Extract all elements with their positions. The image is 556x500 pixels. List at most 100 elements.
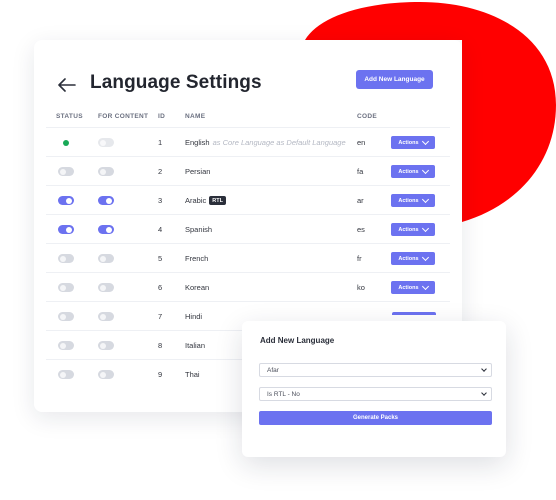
column-header-status: STATUS — [56, 113, 83, 120]
add-new-language-button[interactable]: Add New Language — [356, 70, 433, 89]
status-toggle[interactable] — [58, 254, 74, 263]
core-language-note: as Core Language as Default Language — [212, 138, 346, 147]
for-content-toggle[interactable] — [98, 312, 114, 321]
language-name: Arabic — [185, 196, 207, 205]
table-row: 2 Persian fa Actions — [46, 156, 450, 185]
status-toggle[interactable] — [58, 341, 74, 350]
language-id: 3 — [158, 196, 163, 205]
actions-cell: Actions — [391, 157, 435, 186]
status-active-dot-icon — [63, 139, 69, 146]
generate-packs-button[interactable]: Generate Packs — [259, 411, 492, 425]
chevron-down-icon — [421, 253, 429, 261]
add-language-modal: Add New Language Afar Is RTL - No Genera… — [242, 321, 506, 457]
rtl-badge: RTL — [209, 196, 226, 205]
actions-cell: Actions — [391, 186, 435, 215]
status-cell — [58, 302, 74, 331]
chevron-down-icon — [481, 366, 487, 372]
language-code: ar — [357, 196, 364, 205]
chevron-down-icon — [421, 224, 429, 232]
actions-cell: Actions — [391, 128, 435, 157]
language-name-cell: Hindi — [185, 302, 202, 331]
language-id: 8 — [158, 341, 163, 350]
chevron-down-icon — [421, 195, 429, 203]
language-name-cell: Italian — [185, 331, 205, 360]
language-name-cell: English as Core Language as Default Langu… — [185, 128, 346, 157]
actions-label: Actions — [398, 168, 419, 175]
for-content-cell — [98, 157, 114, 186]
for-content-toggle[interactable] — [98, 341, 114, 350]
modal-title: Add New Language — [260, 336, 335, 345]
actions-label: Actions — [398, 284, 419, 291]
language-select-value: Afar — [267, 366, 279, 374]
for-content-cell — [98, 360, 114, 389]
column-header-id: ID — [158, 113, 166, 120]
actions-label: Actions — [398, 226, 419, 233]
actions-dropdown-button[interactable]: Actions — [391, 165, 435, 178]
language-code: es — [357, 225, 365, 234]
language-name-cell: Arabic RTL — [185, 186, 226, 215]
for-content-cell — [98, 186, 114, 215]
for-content-cell — [98, 331, 114, 360]
language-name-cell: Korean — [185, 273, 209, 302]
language-name: English — [185, 138, 210, 147]
actions-cell: Actions — [391, 273, 435, 302]
language-name: Korean — [185, 283, 210, 292]
for-content-toggle[interactable] — [98, 225, 114, 234]
language-name: Thai — [185, 370, 200, 379]
table-row: 6 Korean ko Actions — [46, 272, 450, 301]
actions-cell: Actions — [391, 244, 435, 273]
chevron-down-icon — [481, 390, 487, 396]
language-name-cell: French — [185, 244, 208, 273]
for-content-toggle[interactable] — [98, 196, 114, 205]
status-cell — [58, 331, 74, 360]
status-toggle[interactable] — [58, 370, 74, 379]
actions-dropdown-button[interactable]: Actions — [391, 136, 435, 149]
actions-dropdown-button[interactable]: Actions — [391, 252, 435, 265]
for-content-toggle[interactable] — [98, 283, 114, 292]
rtl-select-value: Is RTL - No — [267, 390, 300, 398]
for-content-cell — [98, 215, 114, 244]
language-code: fa — [357, 167, 364, 176]
status-cell — [58, 273, 74, 302]
language-select[interactable]: Afar — [259, 363, 492, 377]
column-header-code: CODE — [357, 113, 377, 120]
actions-button-partial[interactable] — [392, 312, 436, 315]
language-code: fr — [357, 254, 362, 263]
for-content-toggle[interactable] — [98, 138, 114, 147]
status-cell — [58, 128, 69, 157]
status-toggle[interactable] — [58, 196, 74, 205]
actions-label: Actions — [398, 139, 419, 146]
for-content-cell — [98, 244, 114, 273]
chevron-down-icon — [421, 282, 429, 290]
for-content-toggle[interactable] — [98, 254, 114, 263]
status-toggle[interactable] — [58, 312, 74, 321]
column-header-for-content: FOR CONTENT — [98, 113, 149, 120]
back-arrow-icon[interactable] — [58, 78, 76, 92]
for-content-cell — [98, 273, 114, 302]
language-name-cell: Persian — [185, 157, 210, 186]
chevron-down-icon — [421, 137, 429, 145]
table-row: 1 English as Core Language as Default Lang… — [46, 127, 450, 156]
page-title: Language Settings — [90, 72, 262, 93]
status-cell — [58, 244, 74, 273]
language-name: French — [185, 254, 209, 263]
rtl-select[interactable]: Is RTL - No — [259, 387, 492, 401]
actions-dropdown-button[interactable]: Actions — [391, 223, 435, 236]
for-content-toggle[interactable] — [98, 370, 114, 379]
actions-cell: Actions — [391, 215, 435, 244]
actions-dropdown-button[interactable]: Actions — [391, 281, 435, 294]
status-toggle[interactable] — [58, 167, 74, 176]
table-row: 3 Arabic RTL ar Actions — [46, 185, 450, 214]
actions-dropdown-button[interactable]: Actions — [391, 194, 435, 207]
actions-label: Actions — [398, 197, 419, 204]
status-toggle[interactable] — [58, 283, 74, 292]
actions-label: Actions — [398, 255, 419, 262]
language-name-cell: Thai — [185, 360, 200, 389]
language-id: 7 — [158, 312, 163, 321]
table-row: 5 French fr Actions — [46, 243, 450, 272]
for-content-toggle[interactable] — [98, 167, 114, 176]
language-id: 9 — [158, 370, 163, 379]
language-code: ko — [357, 283, 365, 292]
language-id: 2 — [158, 167, 163, 176]
status-toggle[interactable] — [58, 225, 74, 234]
